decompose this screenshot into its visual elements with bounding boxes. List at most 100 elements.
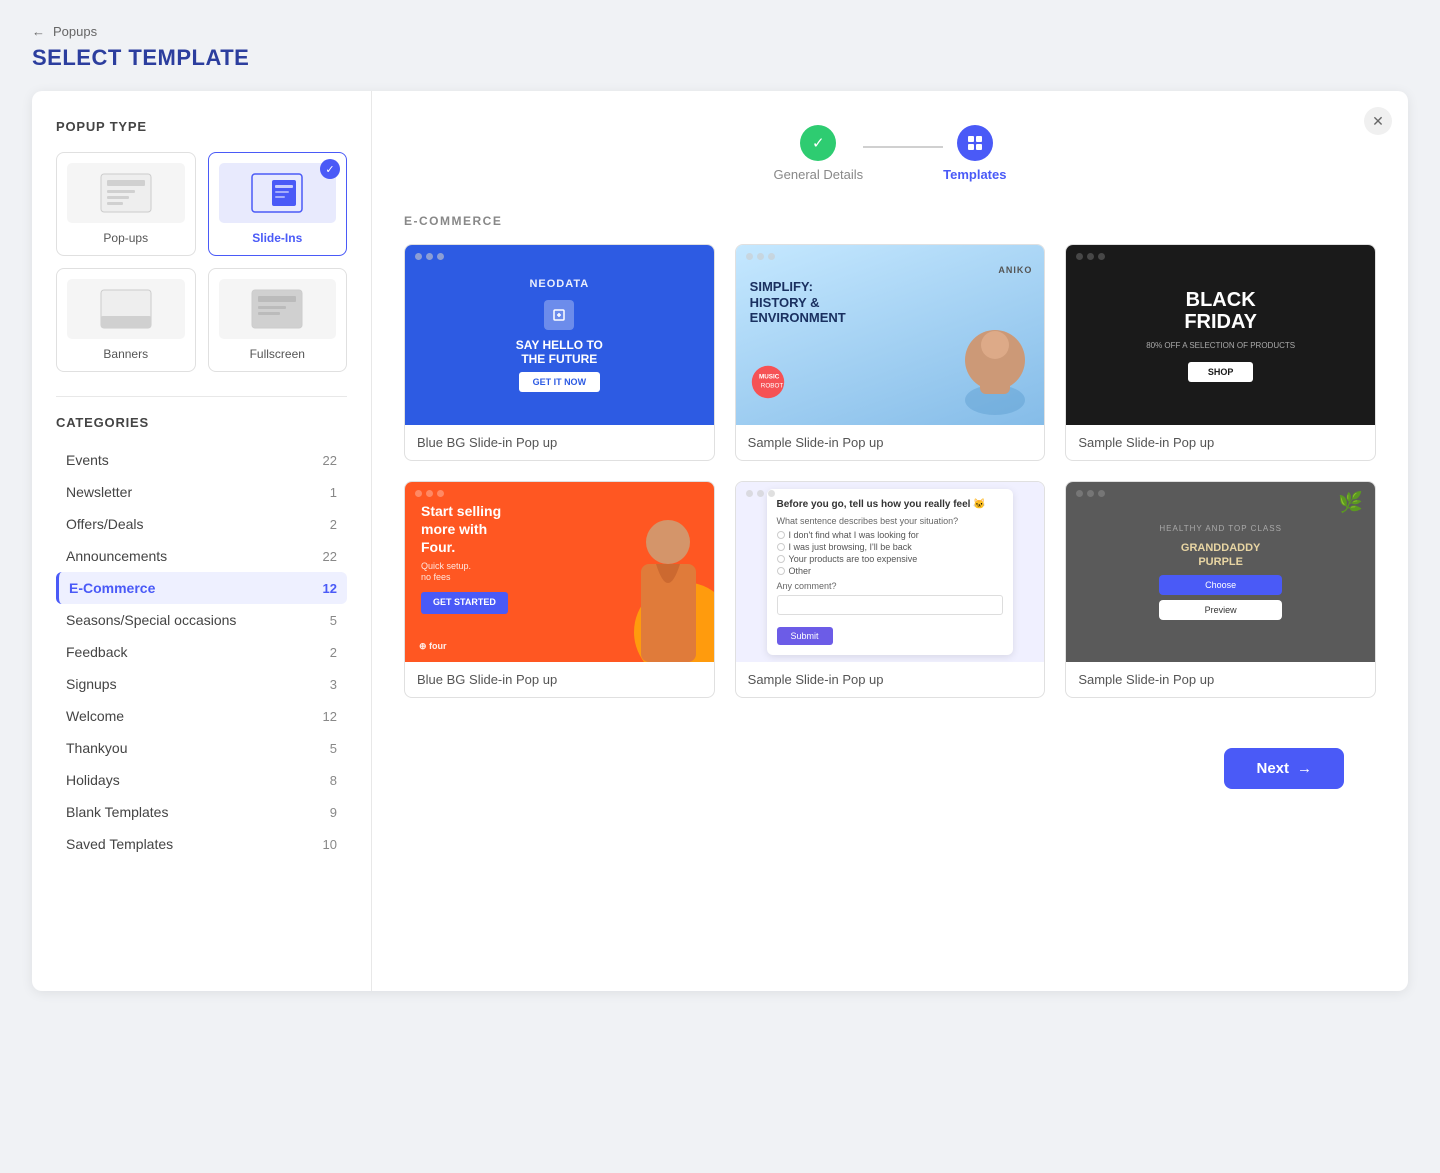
category-signups[interactable]: Signups 3 bbox=[56, 668, 347, 700]
category-feedback[interactable]: Feedback 2 bbox=[56, 636, 347, 668]
template-6-name: Sample Slide-in Pop up bbox=[1066, 662, 1375, 697]
close-button[interactable]: ✕ bbox=[1364, 107, 1392, 135]
popup-type-section-title: POPUP TYPE bbox=[56, 119, 347, 134]
template-3-name: Sample Slide-in Pop up bbox=[1066, 425, 1375, 460]
category-ecommerce-label: E-Commerce bbox=[69, 580, 155, 596]
categories-section-title: CATEGORIES bbox=[56, 415, 347, 430]
breadcrumb-parent[interactable]: Popups bbox=[53, 24, 97, 39]
template-5-name: Sample Slide-in Pop up bbox=[736, 662, 1045, 697]
category-blank-count: 9 bbox=[330, 805, 337, 820]
template-thumb-1: NEODATA SAY HELLO TOTHE FUTURE GET IT NO… bbox=[405, 245, 714, 425]
category-offers[interactable]: Offers/Deals 2 bbox=[56, 508, 347, 540]
next-button-label: Next bbox=[1256, 760, 1289, 777]
step-templates-circle bbox=[957, 125, 993, 161]
selected-check-icon: ✓ bbox=[320, 159, 340, 179]
bottom-bar: Next → bbox=[404, 728, 1376, 813]
category-thankyou[interactable]: Thankyou 5 bbox=[56, 732, 347, 764]
preview-template-1-button[interactable]: Preview bbox=[564, 320, 645, 351]
back-arrow-icon[interactable]: ← bbox=[32, 24, 45, 39]
next-button[interactable]: Next → bbox=[1224, 748, 1344, 789]
category-saved-count: 10 bbox=[323, 837, 337, 852]
step-templates-label: Templates bbox=[943, 167, 1006, 182]
template-4-name: Blue BG Slide-in Pop up bbox=[405, 662, 714, 697]
category-welcome-count: 12 bbox=[323, 709, 337, 724]
choose-template-6-button[interactable]: Choose bbox=[1135, 557, 1215, 588]
choose-template-3-button[interactable]: Choose bbox=[1135, 320, 1215, 351]
popup-type-banners[interactable]: Banners bbox=[56, 268, 196, 372]
template-card-2[interactable]: ANIKO SIMPLIFY:HISTORY &ENVIRONMENT bbox=[735, 244, 1046, 461]
popup-type-fullscreen[interactable]: Fullscreen bbox=[208, 268, 348, 372]
category-events-label: Events bbox=[66, 452, 109, 468]
choose-template-1-button[interactable]: Choose bbox=[474, 320, 554, 351]
popup-type-popups-label: Pop-ups bbox=[67, 231, 185, 245]
template-thumb-6: 🌿 HEALTHY AND TOP CLASS GRANDDADDYPURPLE… bbox=[1066, 482, 1375, 662]
preview-template-2-button[interactable]: Preview bbox=[894, 320, 975, 351]
popup-type-fullscreen-icon bbox=[219, 279, 337, 339]
popup-type-popups[interactable]: Pop-ups bbox=[56, 152, 196, 256]
category-offers-count: 2 bbox=[330, 517, 337, 532]
category-seasons[interactable]: Seasons/Special occasions 5 bbox=[56, 604, 347, 636]
thumb-4-headline: Start sellingmore withFour. Quick setup.… bbox=[421, 502, 508, 614]
choose-template-5-button[interactable]: Choose bbox=[805, 557, 885, 588]
popup-type-slideins[interactable]: ✓ Slide-Ins bbox=[208, 152, 348, 256]
preview-template-3-button[interactable]: Preview bbox=[1225, 320, 1306, 351]
category-ecommerce[interactable]: E-Commerce 12 bbox=[56, 572, 347, 604]
category-holidays-label: Holidays bbox=[66, 772, 120, 788]
popup-type-fullscreen-label: Fullscreen bbox=[219, 347, 337, 361]
main-content: ✕ ✓ General Details bbox=[372, 91, 1408, 991]
category-newsletter-count: 1 bbox=[330, 485, 337, 500]
template-card-1[interactable]: NEODATA SAY HELLO TOTHE FUTURE GET IT NO… bbox=[404, 244, 715, 461]
category-blank-label: Blank Templates bbox=[66, 804, 168, 820]
template-card-4[interactable]: Start sellingmore withFour. Quick setup.… bbox=[404, 481, 715, 698]
category-events-count: 22 bbox=[323, 453, 337, 468]
template-2-name: Sample Slide-in Pop up bbox=[736, 425, 1045, 460]
popup-type-popups-icon bbox=[67, 163, 185, 223]
category-newsletter-label: Newsletter bbox=[66, 484, 132, 500]
template-card-6[interactable]: 🌿 HEALTHY AND TOP CLASS GRANDDADDYPURPLE… bbox=[1065, 481, 1376, 698]
sidebar-divider bbox=[56, 396, 347, 397]
popup-type-slideins-label: Slide-Ins bbox=[219, 231, 337, 245]
category-seasons-count: 5 bbox=[330, 613, 337, 628]
thumb-4-sub: Quick setup.no fees bbox=[421, 561, 508, 584]
category-signups-count: 3 bbox=[330, 677, 337, 692]
template-thumb-3: BLACKFRIDAY 80% OFF A SELECTION OF PRODU… bbox=[1066, 245, 1375, 425]
breadcrumb: ← Popups bbox=[32, 24, 1408, 39]
main-card: POPUP TYPE Pop-ups bbox=[32, 91, 1408, 991]
preview-template-4-button[interactable]: Preview bbox=[564, 557, 645, 588]
preview-template-5-button[interactable]: Preview bbox=[894, 557, 975, 588]
popup-type-banners-label: Banners bbox=[67, 347, 185, 361]
steps-row: ✓ General Details Templates bbox=[404, 125, 1376, 182]
category-feedback-label: Feedback bbox=[66, 644, 127, 660]
template-thumb-5: Before you go, tell us how you really fe… bbox=[736, 482, 1045, 662]
category-seasons-label: Seasons/Special occasions bbox=[66, 612, 236, 628]
preview-template-6-button[interactable]: Preview bbox=[1225, 557, 1306, 588]
category-holidays[interactable]: Holidays 8 bbox=[56, 764, 347, 796]
category-thankyou-label: Thankyou bbox=[66, 740, 127, 756]
step-connector bbox=[863, 146, 943, 148]
category-signups-label: Signups bbox=[66, 676, 117, 692]
category-saved-label: Saved Templates bbox=[66, 836, 173, 852]
popup-type-banners-icon bbox=[67, 279, 185, 339]
popup-types-grid: Pop-ups ✓ Slide-Ins bbox=[56, 152, 347, 372]
category-welcome[interactable]: Welcome 12 bbox=[56, 700, 347, 732]
category-offers-label: Offers/Deals bbox=[66, 516, 144, 532]
category-saved[interactable]: Saved Templates 10 bbox=[56, 828, 347, 860]
templates-grid: NEODATA SAY HELLO TOTHE FUTURE GET IT NO… bbox=[404, 244, 1376, 698]
template-card-3[interactable]: BLACKFRIDAY 80% OFF A SELECTION OF PRODU… bbox=[1065, 244, 1376, 461]
category-newsletter[interactable]: Newsletter 1 bbox=[56, 476, 347, 508]
step-general-details-label: General Details bbox=[774, 167, 864, 182]
page-title: SELECT TEMPLATE bbox=[32, 45, 1408, 71]
step-templates: Templates bbox=[943, 125, 1006, 182]
categories-section: CATEGORIES Events 22 Newsletter 1 Offers… bbox=[56, 415, 347, 860]
category-thankyou-count: 5 bbox=[330, 741, 337, 756]
choose-template-2-button[interactable]: Choose bbox=[805, 320, 885, 351]
template-card-5[interactable]: Before you go, tell us how you really fe… bbox=[735, 481, 1046, 698]
category-blank[interactable]: Blank Templates 9 bbox=[56, 796, 347, 828]
category-welcome-label: Welcome bbox=[66, 708, 124, 724]
template-1-name: Blue BG Slide-in Pop up bbox=[405, 425, 714, 460]
category-events[interactable]: Events 22 bbox=[56, 444, 347, 476]
category-announcements[interactable]: Announcements 22 bbox=[56, 540, 347, 572]
popup-type-slideins-icon bbox=[219, 163, 337, 223]
step-general-details-circle: ✓ bbox=[800, 125, 836, 161]
category-feedback-count: 2 bbox=[330, 645, 337, 660]
